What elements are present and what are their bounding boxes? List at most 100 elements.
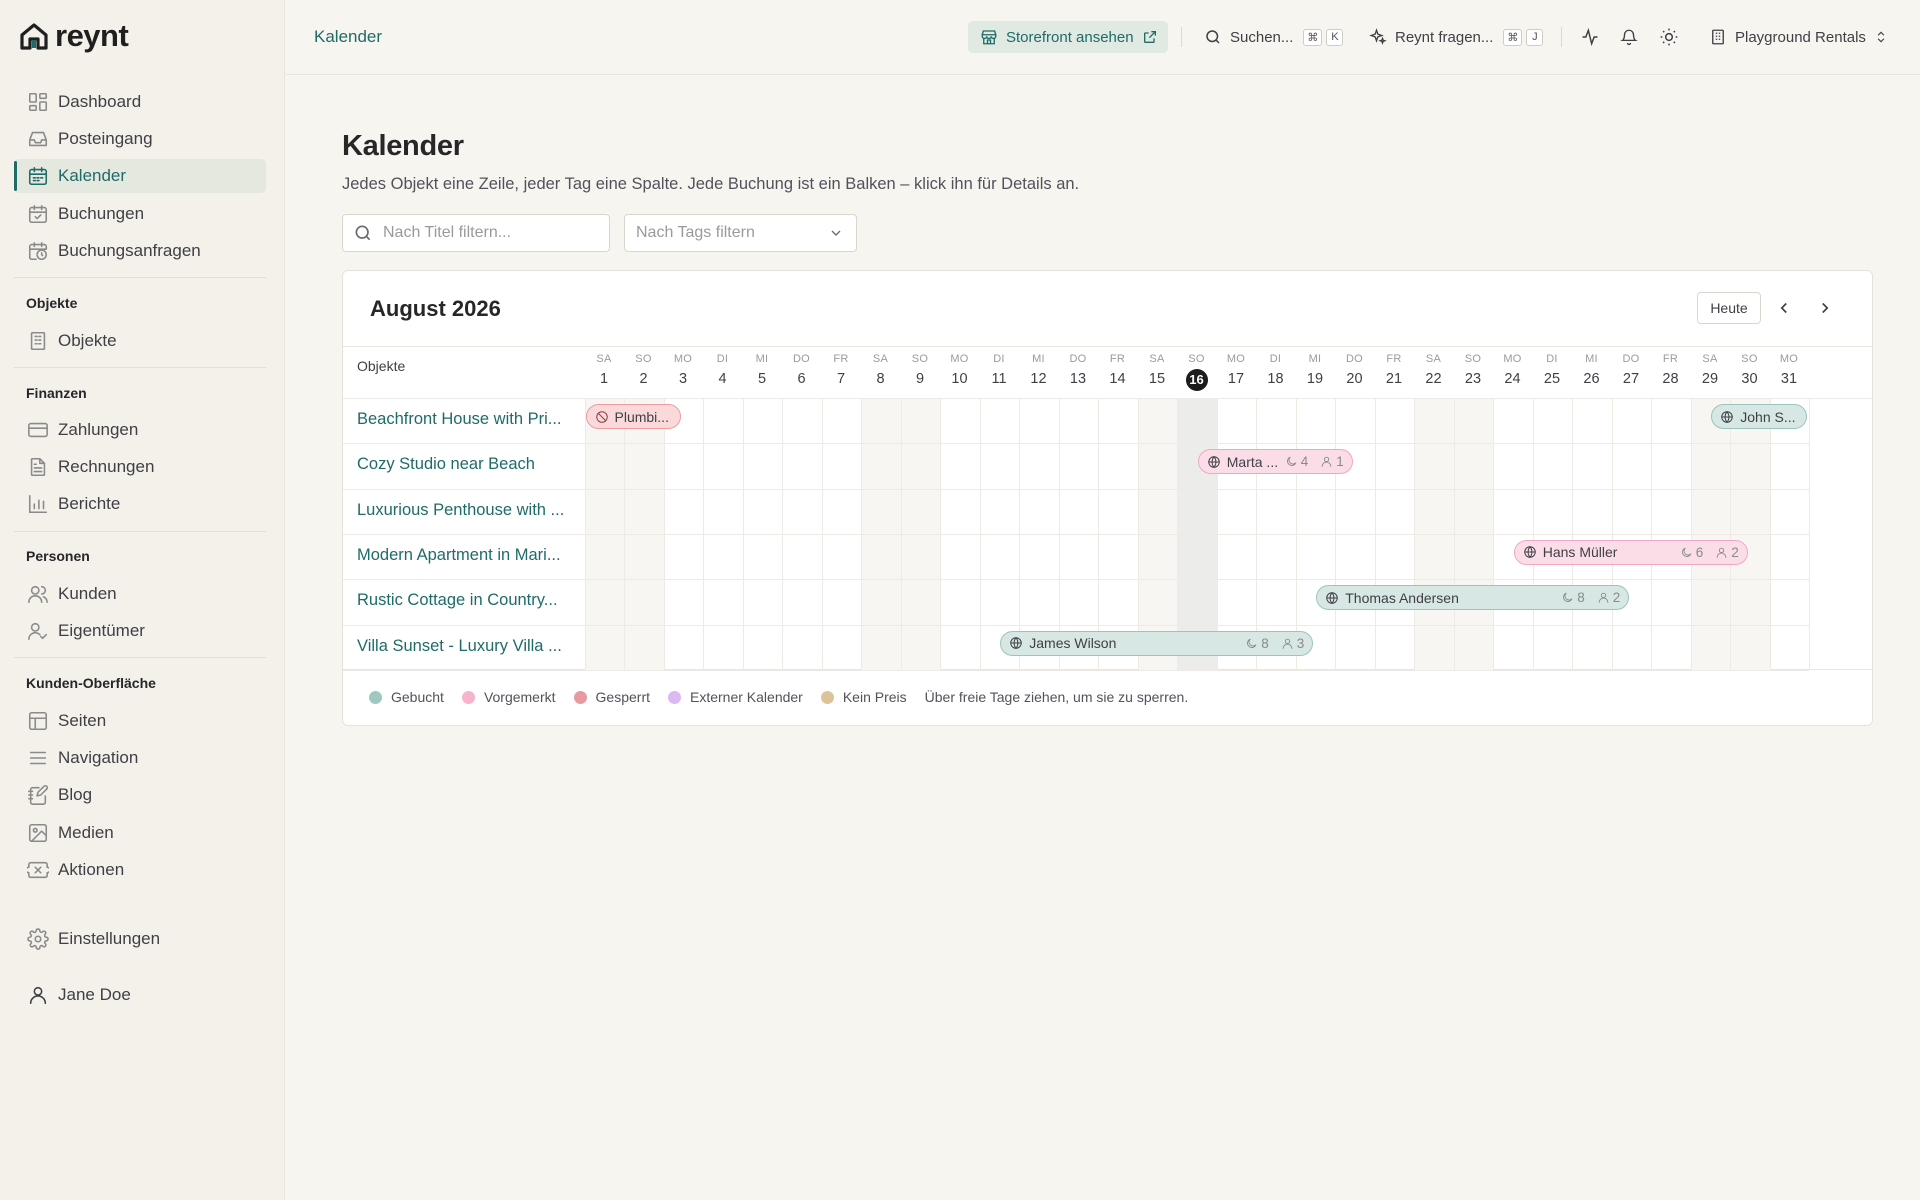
sidebar-item-blog[interactable]: Blog — [14, 778, 266, 812]
day-number: 13 — [1069, 371, 1087, 387]
section-label-objekte: Objekte — [26, 295, 78, 311]
sidebar-item-aktionen[interactable]: Aktionen — [14, 853, 266, 887]
sidebar-item-buchungen[interactable]: Buchungen — [14, 197, 266, 231]
day-number: 29 — [1701, 371, 1719, 387]
sidebar-item-medien[interactable]: Medien — [14, 816, 266, 850]
bar-chart-icon — [27, 493, 49, 515]
storefront-button[interactable]: Storefront ansehen — [968, 21, 1168, 53]
workspace-switcher[interactable]: Playground Rentals — [1709, 21, 1888, 53]
property-row-name[interactable]: Luxurious Penthouse with ... — [357, 501, 577, 520]
tags-filter-select[interactable]: Nach Tags filtern — [624, 214, 857, 252]
sparkles-icon — [1369, 28, 1387, 46]
booking-bar[interactable]: John S... — [1711, 404, 1807, 429]
title-filter[interactable] — [342, 214, 610, 252]
activity-button[interactable] — [1580, 21, 1600, 53]
grid-line — [343, 624, 1809, 626]
nights-count: 8 — [1577, 590, 1585, 606]
day-header: SA 1 — [585, 353, 624, 389]
search-icon — [353, 223, 373, 243]
day-of-week: DO — [1069, 353, 1087, 365]
sidebar-item-objekte[interactable]: Objekte — [14, 324, 266, 358]
notifications-button[interactable] — [1620, 21, 1638, 53]
sidebar-item-berichte[interactable]: Berichte — [14, 487, 266, 521]
sidebar-item-eigentuemer[interactable]: Eigentümer — [14, 614, 266, 648]
legend: Gebucht Vorgemerkt Gesperrt Externer Kalend… — [369, 689, 1188, 705]
day-of-week: MI — [1032, 353, 1045, 365]
day-of-week: MI — [1585, 353, 1598, 365]
prev-month-button[interactable] — [1769, 293, 1799, 323]
sidebar-item-kalender[interactable]: Kalender — [14, 159, 266, 194]
guests-count: 1 — [1336, 454, 1344, 470]
divider — [14, 657, 266, 658]
day-of-week: MO — [1503, 353, 1522, 365]
guests-count: 2 — [1731, 544, 1739, 560]
booking-bar[interactable]: Plumbi... — [585, 404, 682, 429]
day-header: SO 30 — [1730, 353, 1769, 389]
today-button[interactable]: Heute — [1697, 292, 1761, 324]
property-row-name[interactable]: Villa Sunset - Luxury Villa ... — [357, 637, 577, 656]
ask-ai-button[interactable]: Reynt fragen... ⌘ J — [1369, 21, 1544, 53]
ban-icon — [595, 410, 609, 424]
property-row-name[interactable]: Modern Apartment in Mari... — [357, 546, 577, 565]
chevron-down-icon — [828, 225, 844, 241]
booking-bar[interactable]: Hans Müller 6 2 — [1513, 539, 1748, 565]
legend-item: Vorgemerkt — [461, 689, 556, 705]
gear-icon — [27, 928, 49, 950]
legend-item: Externer Kalender — [668, 689, 803, 705]
sidebar-item-posteingang[interactable]: Posteingang — [14, 122, 266, 156]
day-number: 12 — [1030, 371, 1047, 387]
day-header: MO 17 — [1217, 353, 1256, 389]
user-menu[interactable]: Jane Doe — [14, 978, 266, 1012]
workspace-name: Playground Rentals — [1735, 28, 1866, 46]
sidebar-item-seiten[interactable]: Seiten — [14, 704, 266, 738]
breadcrumb[interactable]: Kalender — [314, 27, 382, 47]
brand-logo[interactable]: reynt — [19, 18, 129, 54]
building-icon — [1709, 28, 1727, 46]
sidebar-item-label: Einstellungen — [58, 929, 161, 948]
bell-icon — [1620, 28, 1638, 46]
booking-bar[interactable]: Marta ... 4 1 — [1197, 449, 1353, 475]
next-month-button[interactable] — [1810, 293, 1840, 323]
day-number: 1 — [599, 371, 609, 387]
booking-bar[interactable]: Thomas Andersen 8 2 — [1316, 585, 1630, 611]
section-label-personen: Personen — [26, 548, 90, 564]
sidebar-item-navigation[interactable]: Navigation — [14, 741, 266, 775]
search-button[interactable]: Suchen... ⌘ K — [1204, 21, 1344, 53]
booking-label: Marta ... — [1226, 453, 1279, 470]
sidebar-item-buchungsanfragen[interactable]: Buchungsanfragen — [14, 234, 266, 268]
sidebar-item-zahlungen[interactable]: Zahlungen — [14, 413, 266, 447]
brand-name: reynt — [55, 18, 129, 53]
theme-toggle[interactable] — [1659, 21, 1679, 53]
sidebar-item-settings[interactable]: Einstellungen — [14, 922, 266, 956]
day-number: 10 — [951, 371, 968, 387]
section-label-kunden-oberflaeche: Kunden-Oberfläche — [26, 675, 156, 691]
legend-label: Gesperrt — [595, 689, 650, 705]
page-subtitle: Jedes Objekt eine Zeile, jeder Tag eine … — [342, 175, 1080, 193]
day-of-week: SO — [911, 353, 929, 365]
title-filter-input[interactable] — [383, 224, 583, 242]
sidebar-item-label: Buchungsanfragen — [58, 240, 201, 260]
day-number: 3 — [678, 371, 688, 387]
divider — [1561, 27, 1562, 47]
sidebar-item-label: Kunden — [58, 584, 117, 603]
property-row-name[interactable]: Cozy Studio near Beach — [357, 455, 577, 474]
calendar-icon — [27, 165, 49, 187]
calendar-card: August 2026 Heute Objekte SA 1 SO 2 MO 3 DI 4 MI… — [342, 270, 1873, 726]
objects-column-header: Objekte — [357, 358, 406, 374]
user-check-icon — [27, 620, 49, 642]
sidebar-item-dashboard[interactable]: Dashboard — [14, 85, 266, 119]
sidebar-item-rechnungen[interactable]: Rechnungen — [14, 450, 266, 484]
day-of-week: DI — [1546, 353, 1558, 365]
grid-line — [1809, 398, 1810, 670]
legend-label: Gebucht — [391, 689, 444, 705]
booking-bar[interactable]: James Wilson 8 3 — [1000, 630, 1314, 656]
property-row-name[interactable]: Beachfront House with Pri... — [357, 410, 577, 429]
day-header: FR 28 — [1651, 353, 1690, 389]
nights-count: 8 — [1261, 635, 1269, 651]
day-header: SO 2 — [624, 353, 663, 389]
moon-icon — [1680, 546, 1693, 559]
property-row-name[interactable]: Rustic Cottage in Country... — [357, 591, 577, 610]
sidebar-item-kunden[interactable]: Kunden — [14, 577, 266, 611]
day-number: 31 — [1780, 371, 1798, 387]
sidebar-item-label: Eigentümer — [58, 621, 145, 641]
